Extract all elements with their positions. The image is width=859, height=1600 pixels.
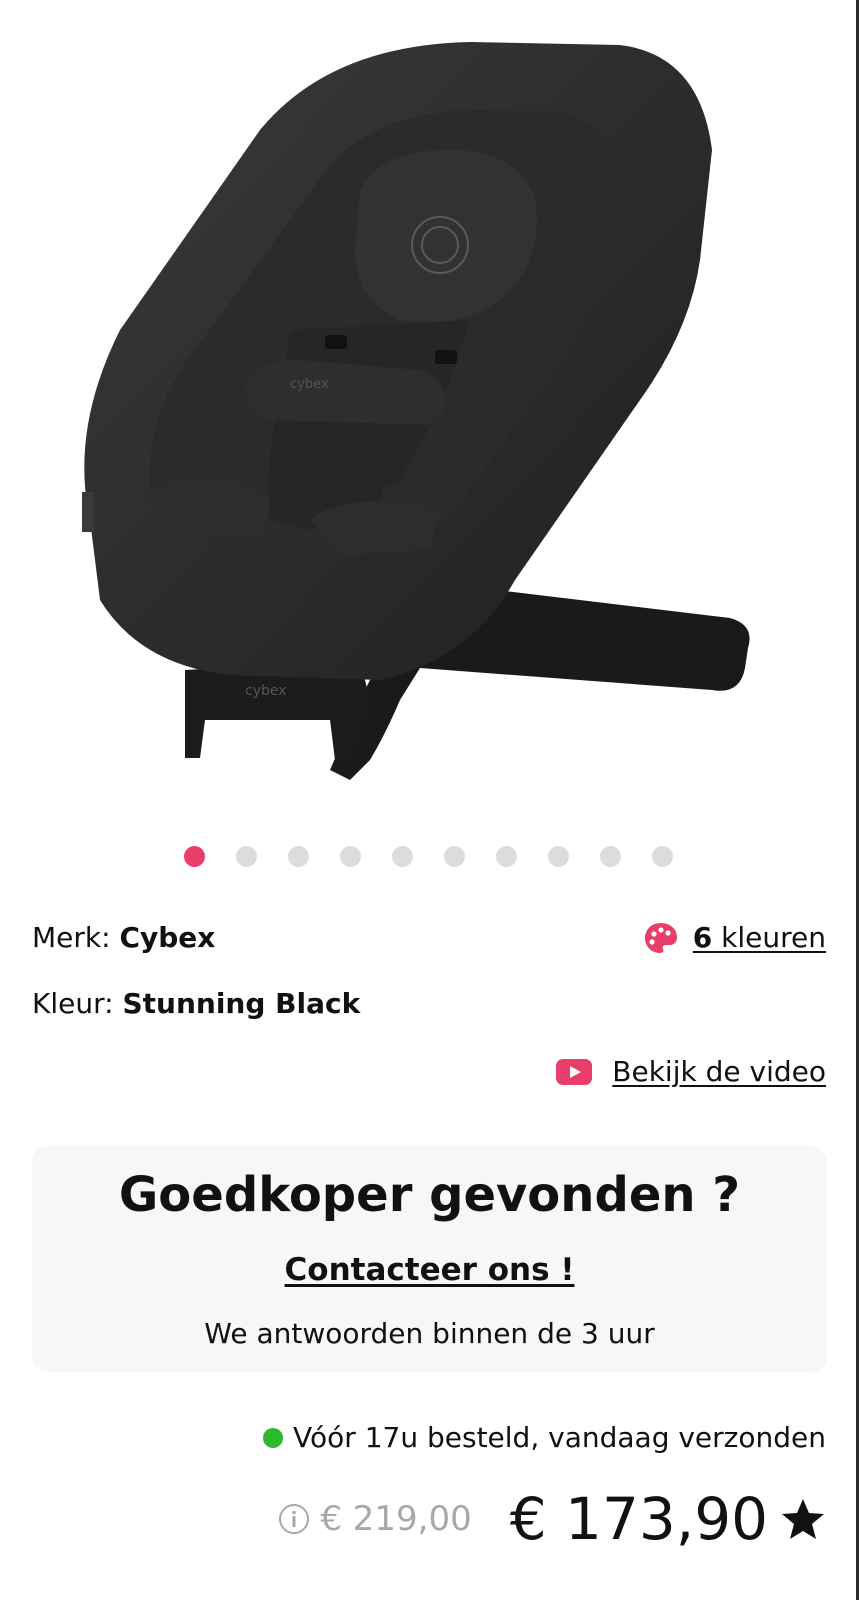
- carousel-dot-2[interactable]: [235, 846, 257, 867]
- shipping-text: Vóór 17u besteld, vandaag verzonden: [293, 1421, 826, 1454]
- color-line: Kleur: Stunning Black: [32, 984, 360, 1024]
- bouncer-illustration: cybex cybex: [82, 42, 750, 780]
- palette-icon: [644, 923, 677, 953]
- color-label: Kleur:: [32, 987, 114, 1020]
- shipping-status: Vóór 17u besteld, vandaag verzonden: [263, 1418, 826, 1458]
- product-image[interactable]: cybex cybex: [0, 0, 856, 820]
- current-price: € 173,90: [509, 1485, 768, 1553]
- price-row: € 219,00 € 173,90: [278, 1484, 826, 1554]
- colors-link[interactable]: 6 kleuren: [643, 918, 826, 958]
- svg-text:cybex: cybex: [245, 683, 287, 699]
- carousel-dot-7[interactable]: [495, 846, 517, 867]
- carousel-dot-1[interactable]: [183, 846, 205, 867]
- promo-text: We antwoorden binnen de 3 uur: [204, 1317, 655, 1350]
- colors-text: 6 kleuren: [693, 918, 826, 958]
- star-icon[interactable]: [780, 1497, 826, 1541]
- svg-text:cybex: cybex: [290, 377, 329, 392]
- old-price: € 219,00: [320, 1499, 472, 1539]
- carousel-dot-8[interactable]: [547, 846, 569, 867]
- carousel-indicators: [0, 846, 856, 867]
- colors-suffix: kleuren: [712, 921, 826, 954]
- info-icon[interactable]: [278, 1503, 310, 1535]
- contact-link[interactable]: Contacteer ons !: [32, 1250, 827, 1290]
- color-value: Stunning Black: [122, 987, 361, 1020]
- carousel-dot-5[interactable]: [391, 846, 413, 867]
- video-label: Bekijk de video: [612, 1055, 826, 1088]
- brand-value: Cybex: [119, 921, 216, 954]
- carousel-dot-3[interactable]: [287, 846, 309, 867]
- status-dot: [263, 1428, 284, 1448]
- youtube-icon: [556, 1059, 593, 1085]
- price-match-panel: Goedkoper gevonden ? Contacteer ons ! We…: [32, 1146, 827, 1372]
- carousel-dot-10[interactable]: [651, 846, 673, 867]
- carousel-dot-9[interactable]: [599, 846, 621, 867]
- carousel-dot-6[interactable]: [443, 846, 465, 867]
- promo-title: Goedkoper gevonden ?: [118, 1167, 741, 1223]
- watch-video-link[interactable]: Bekijk de video: [556, 1052, 826, 1092]
- colors-count: 6: [692, 921, 713, 954]
- brand-label: Merk:: [32, 921, 111, 954]
- brand-line: Merk: Cybex: [32, 918, 215, 958]
- carousel-dot-4[interactable]: [339, 846, 361, 867]
